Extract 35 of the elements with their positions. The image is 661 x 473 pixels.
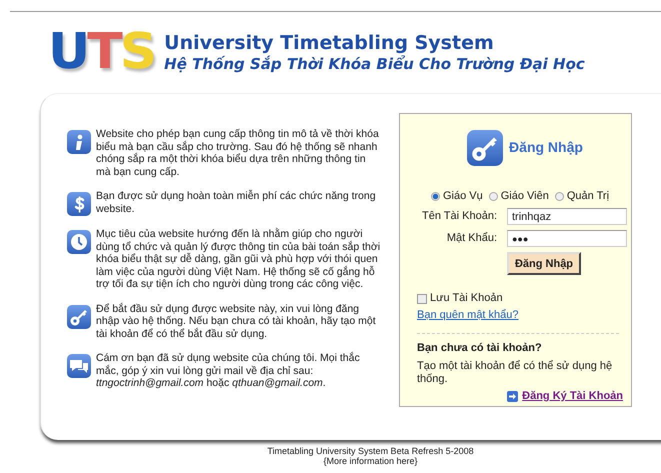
site-subtitle: Hệ Thống Sắp Thời Khóa Biểu Cho Trường Đại Học xyxy=(164,54,585,72)
info-paragraph: Để bắt đầu sử dụng được website này, xin vui lòng đăng nhập vào hệ thống. Nếu bạn chưa có tài khoản, hãy tạo một tài khoản để có thể bắt đầu sử dụng. xyxy=(96,302,377,340)
logo: UTS xyxy=(48,27,154,77)
chat-icon xyxy=(67,354,91,378)
role-radio[interactable] xyxy=(554,192,564,201)
remember-checkbox[interactable] xyxy=(417,294,427,304)
register-link[interactable]: Đăng Ký Tài Khoản xyxy=(522,390,623,403)
password-label: Mật Khẩu: xyxy=(446,232,497,245)
dollar-icon xyxy=(67,192,91,216)
register-text: Tạo một tài khoản để có thể sử dụng hệ thống. xyxy=(417,360,614,386)
remember-label: Lưu Tài Khoản xyxy=(430,292,503,305)
key-icon xyxy=(467,130,504,166)
username-label: Tên Tài Khoản: xyxy=(420,210,497,223)
login-button[interactable]: Đăng Nhập xyxy=(507,252,581,275)
site-title: University Timetabling System xyxy=(164,32,495,54)
password-field[interactable]: ●●● xyxy=(507,230,627,247)
info-paragraph: Mục tiêu của website hướng đến là nhằm giúp cho người dùng tổ chức và quản lý được thông tin của bài toán sắp thời khóa biểu thật sự dễ dàng, gần gũi và phù hợp với thói quen làm việc của người dùng Việt Nam. Hệ thống sẽ cố gắng hỗ trợ tối đa sự tiện ích cho người dùng trong các công việc. xyxy=(96,228,382,290)
role-radio[interactable] xyxy=(488,192,498,201)
more-info-link[interactable]: {More information here} xyxy=(323,456,418,466)
username-field[interactable]: trinhqaz xyxy=(507,208,627,225)
key-icon xyxy=(67,304,91,328)
forgot-password-link[interactable]: Bạn quên mật khẩu? xyxy=(417,309,519,322)
role-radio[interactable] xyxy=(430,192,440,201)
clock-icon xyxy=(67,230,91,254)
info-icon xyxy=(67,130,91,154)
role-label: Giáo Viên xyxy=(500,190,549,203)
info-paragraph: Bạn được sử dụng hoàn toàn miễn phí các chức năng trong website. xyxy=(96,190,377,215)
info-paragraph: Website cho phép bạn cung cấp thông tin mô tả về thời khóa biểu mà bạn cầu sắp cho trường. Sau đó hệ thống sẽ nhanh chóng sắp ra một thời khóa biểu dựa trên những thông tin mà bạn cung cấp. xyxy=(96,128,380,178)
info-paragraph: Cám ơn bạn đã sử dụng website của chúng tôi. Mọi thắc mắc, góp ý xin vui lòng gửi mail về địa chỉ sau: ttngoctrinh@gmail.com hoặc qthuan@gmail.com. xyxy=(96,352,361,390)
login-title: Đăng Nhập xyxy=(509,139,583,155)
role-label: Giáo Vụ xyxy=(442,190,483,203)
footer-text: Timetabling University System Beta Refresh 5-2008 xyxy=(267,446,474,456)
register-heading: Bạn chưa có tài khoản? xyxy=(417,342,543,355)
arrow-icon xyxy=(507,391,518,402)
role-label: Quản Trị xyxy=(566,190,610,203)
